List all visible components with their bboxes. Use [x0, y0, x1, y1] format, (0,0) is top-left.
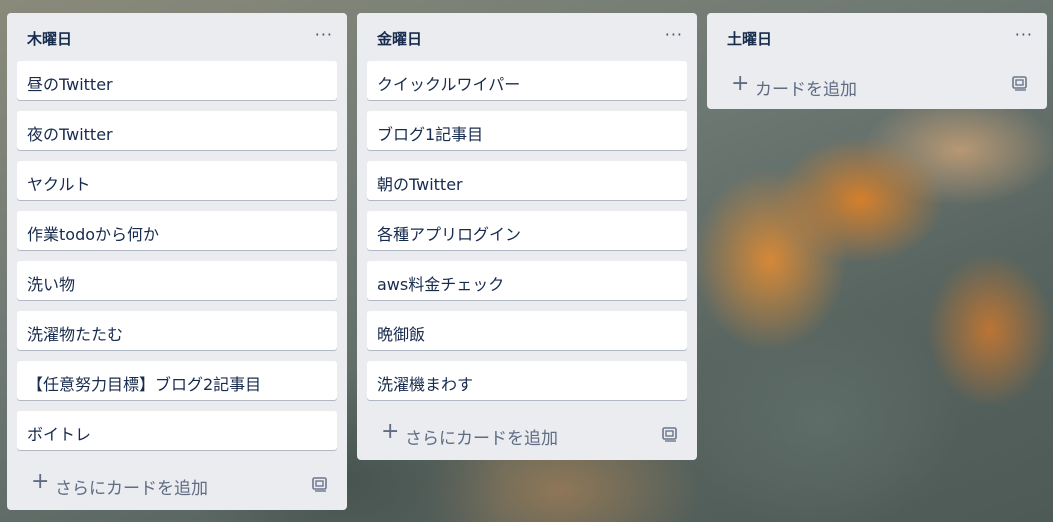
list-title[interactable]: 金曜日	[377, 28, 422, 49]
add-card-label: さらにカードを追加	[405, 429, 558, 449]
plus-icon: +	[381, 419, 400, 444]
board: 木曜日 ··· 昼のTwitter 夜のTwitter ヤクルト 作業todoか…	[0, 0, 1053, 522]
card[interactable]: 各種アプリログイン	[367, 211, 687, 250]
add-card-button[interactable]: + さらにカードを追加	[7, 461, 347, 510]
plus-icon: +	[731, 71, 750, 96]
list-menu-button[interactable]: ···	[1015, 25, 1033, 44]
list-title[interactable]: 土曜日	[727, 28, 772, 49]
card[interactable]: ヤクルト	[17, 161, 337, 200]
card[interactable]: 作業todoから何か	[17, 211, 337, 250]
card[interactable]: 【任意努力目標】ブログ2記事目	[17, 361, 337, 400]
card[interactable]: 昼のTwitter	[17, 61, 337, 100]
list-saturday: 土曜日 ··· + カードを追加	[707, 13, 1047, 109]
card-list: クイックルワイパー ブログ1記事目 朝のTwitter 各種アプリログイン aw…	[357, 61, 697, 400]
add-card-button[interactable]: + さらにカードを追加	[357, 411, 697, 460]
card[interactable]: 洗濯機まわす	[367, 361, 687, 400]
card[interactable]: aws料金チェック	[367, 261, 687, 300]
list-friday: 金曜日 ··· クイックルワイパー ブログ1記事目 朝のTwitter 各種アプ…	[357, 13, 697, 460]
add-card-label: さらにカードを追加	[55, 479, 208, 499]
card[interactable]: 晩御飯	[367, 311, 687, 350]
card[interactable]: 夜のTwitter	[17, 111, 337, 150]
plus-icon: +	[31, 469, 50, 494]
card[interactable]: ボイトレ	[17, 411, 337, 450]
list-menu-button[interactable]: ···	[315, 25, 333, 44]
list-header[interactable]: 木曜日 ···	[7, 13, 347, 61]
card[interactable]: 洗濯物たたむ	[17, 311, 337, 350]
list-menu-button[interactable]: ···	[665, 25, 683, 44]
add-card-label: カードを追加	[755, 80, 857, 100]
card[interactable]: 洗い物	[17, 261, 337, 300]
card[interactable]: ブログ1記事目	[367, 111, 687, 150]
list-thursday: 木曜日 ··· 昼のTwitter 夜のTwitter ヤクルト 作業todoか…	[7, 13, 347, 510]
card-list: 昼のTwitter 夜のTwitter ヤクルト 作業todoから何か 洗い物 …	[7, 61, 347, 450]
card[interactable]: 朝のTwitter	[367, 161, 687, 200]
card-template-icon[interactable]	[661, 425, 679, 443]
list-header[interactable]: 土曜日 ···	[707, 13, 1047, 61]
list-header[interactable]: 金曜日 ···	[357, 13, 697, 61]
card[interactable]: クイックルワイパー	[367, 61, 687, 100]
list-title[interactable]: 木曜日	[27, 28, 72, 49]
card-template-icon[interactable]	[311, 475, 329, 493]
card-template-icon[interactable]	[1011, 74, 1029, 92]
add-card-button[interactable]: + カードを追加	[707, 61, 1047, 109]
